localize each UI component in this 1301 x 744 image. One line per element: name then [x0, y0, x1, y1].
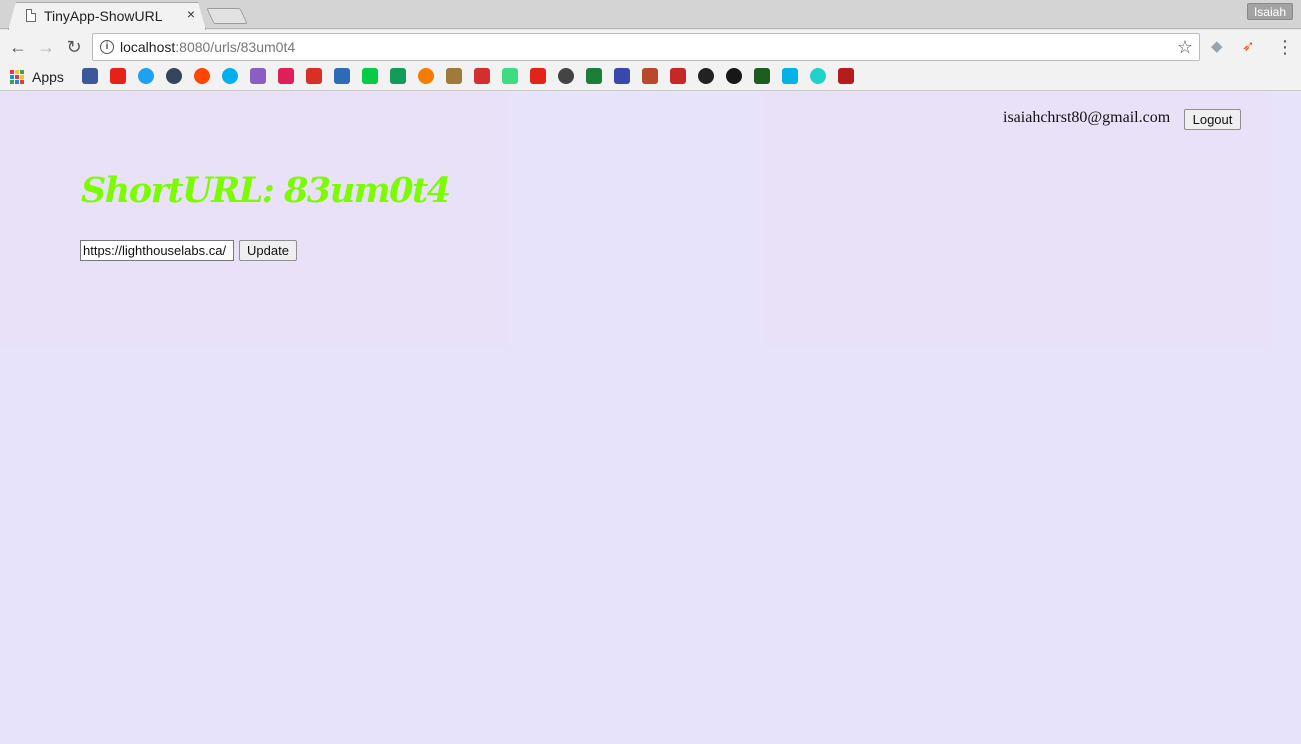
runner-icon[interactable] [446, 68, 462, 84]
calendar-icon[interactable] [642, 68, 658, 84]
close-icon[interactable]: × [184, 6, 198, 22]
mario-icon[interactable] [474, 68, 490, 84]
browser-toolbar: ← → ↻ i localhost:8080/urls/83um0t4 ☆ ◆ … [0, 30, 1301, 64]
back-icon[interactable]: ← [8, 37, 28, 57]
bookmark-star-icon[interactable]: ☆ [1177, 37, 1193, 58]
tab-strip: TinyApp-ShowURL × Isaiah [0, 0, 1301, 29]
book-icon[interactable] [614, 68, 630, 84]
android-icon[interactable] [502, 68, 518, 84]
page-viewport: isaiahchrst80@gmail.com Logout ShortURL:… [0, 92, 1301, 744]
reload-icon[interactable]: ↻ [64, 37, 84, 57]
gmail-icon[interactable] [306, 68, 322, 84]
twitter-icon[interactable] [138, 68, 154, 84]
plus-circle-icon[interactable] [698, 68, 714, 84]
user-email: isaiahchrst80@gmail.com [1003, 109, 1171, 126]
url-host: localhost [120, 39, 176, 55]
deviantart-icon[interactable] [362, 68, 378, 84]
terminal-icon[interactable] [754, 68, 770, 84]
kanji-icon[interactable] [670, 68, 686, 84]
forward-icon[interactable]: → [36, 37, 56, 57]
apps-shortcut[interactable]: Apps [10, 68, 64, 86]
udacity-icon[interactable] [782, 68, 798, 84]
page-title: ShortURL: 83um0t4 [81, 170, 451, 211]
update-button[interactable]: Update [239, 240, 297, 261]
document-icon [26, 9, 36, 22]
pandora-icon[interactable] [334, 68, 350, 84]
app-icon-green[interactable] [390, 68, 406, 84]
roblox-icon[interactable] [530, 68, 546, 84]
url-path: :8080/urls/83um0t4 [175, 39, 296, 55]
left-panel [0, 92, 510, 346]
skype-icon[interactable] [222, 68, 238, 84]
facebook-icon[interactable] [82, 68, 98, 84]
apps-label: Apps [32, 69, 64, 85]
dragonball-icon[interactable] [418, 68, 434, 84]
logout-button[interactable]: Logout [1184, 109, 1241, 130]
egg-icon[interactable] [558, 68, 574, 84]
reddit-icon[interactable] [194, 68, 210, 84]
apps-grid-icon [10, 70, 24, 84]
dropbox-icon[interactable]: ◆ [1211, 38, 1223, 56]
address-bar[interactable]: i localhost:8080/urls/83um0t4 ☆ [92, 33, 1200, 61]
tumblr-icon[interactable] [166, 68, 182, 84]
extension-icon[interactable]: ➶ [1242, 38, 1255, 56]
bookmarks-bar: Apps [0, 64, 1301, 91]
cat-icon[interactable] [586, 68, 602, 84]
slack-icon[interactable] [278, 68, 294, 84]
info-icon[interactable]: i [100, 40, 114, 54]
menu-icon[interactable]: ⋮ [1276, 37, 1294, 58]
profile-button[interactable]: Isaiah [1246, 3, 1293, 20]
right-panel [763, 92, 1271, 346]
long-url-input[interactable] [80, 240, 234, 261]
messenger-icon[interactable] [250, 68, 266, 84]
tab-title: TinyApp-ShowURL [44, 8, 163, 24]
github-icon[interactable] [726, 68, 742, 84]
codecademy-icon[interactable] [810, 68, 826, 84]
youtube-icon[interactable] [110, 68, 126, 84]
active-tab-content[interactable]: TinyApp-ShowURL × [8, 2, 206, 29]
new-tab-button[interactable] [206, 8, 248, 24]
url-text[interactable]: localhost:8080/urls/83um0t4 [120, 39, 295, 55]
pixel-icon[interactable] [838, 68, 854, 84]
